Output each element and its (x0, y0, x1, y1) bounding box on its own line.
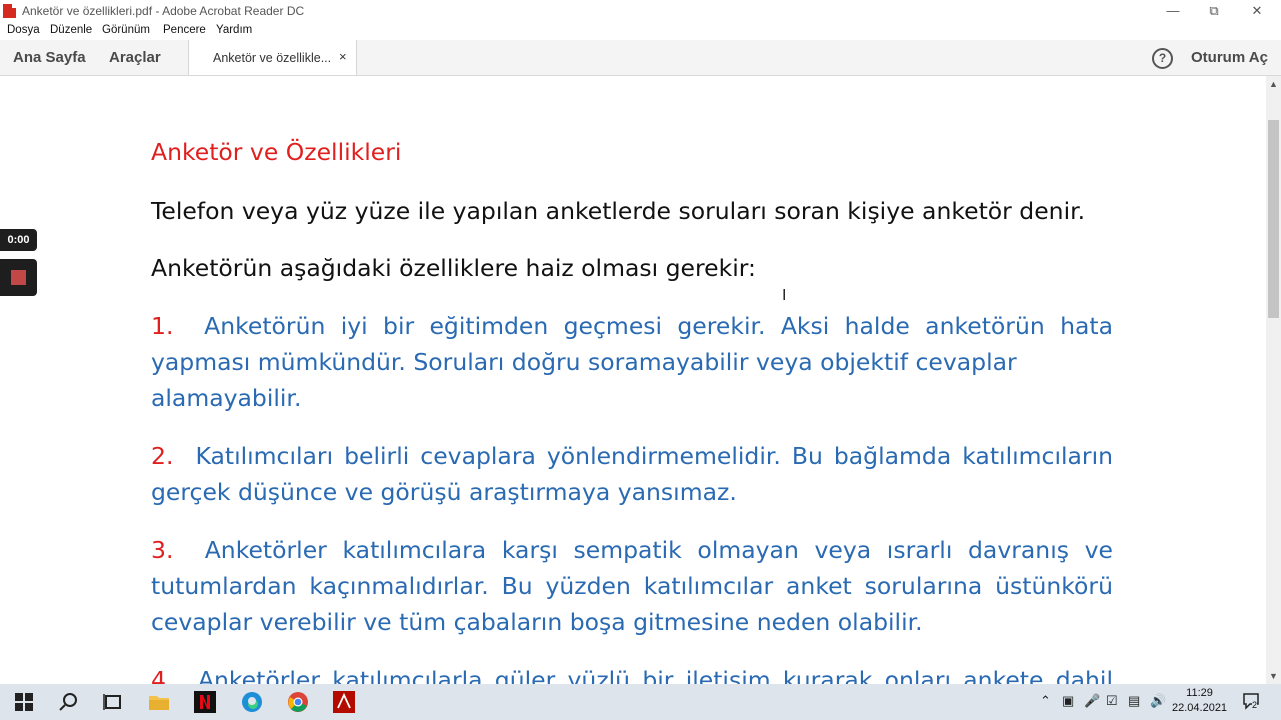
stop-recording-button[interactable] (0, 259, 37, 296)
list-item-3-line-1: 3. Anketörler katılımcılara karşı sempat… (151, 536, 1113, 564)
minimize-button[interactable]: — (1163, 2, 1183, 20)
paragraph-definition: Telefon veya yüz yüze ile yapılan anketl… (151, 197, 1086, 225)
list-number: 2. (151, 442, 174, 470)
list-item-3-line-3: cevaplar verebilir ve tüm çabaların boşa… (151, 608, 923, 636)
restore-button[interactable]: ⧉ (1204, 2, 1224, 20)
meet-now-icon[interactable]: ▣ (1062, 693, 1074, 709)
list-item-1-line-1: 1. Anketörün iyi bir eğitimden geçmesi g… (151, 312, 1113, 340)
vertical-scrollbar[interactable]: ▲ ▼ (1266, 76, 1281, 684)
menu-view[interactable]: Görünüm (102, 24, 150, 36)
signin-button[interactable]: Oturum Aç (1191, 49, 1268, 66)
list-text: Anketörler katılımcılarla güler yüzlü bi… (197, 666, 1113, 684)
tab-document[interactable]: Anketör ve özellikle... × (188, 40, 357, 75)
network-icon[interactable]: ▤ (1128, 693, 1140, 709)
windows-start-icon[interactable] (12, 690, 36, 714)
list-number: 3. (151, 536, 174, 564)
list-item-2-line-1: 2. Katılımcıları belirli cevaplara yönle… (151, 442, 1113, 470)
show-hidden-icons-icon[interactable]: ⌃ (1040, 693, 1051, 709)
list-item-1-line-2: yapması mümkündür. Soruları doğru sorama… (151, 348, 1017, 376)
list-item-1-line-3: alamayabilir. (151, 384, 302, 412)
security-icon[interactable]: ☑ (1106, 693, 1118, 709)
notifications-icon[interactable]: 2 (1242, 692, 1260, 710)
close-tab-icon[interactable]: × (339, 49, 347, 64)
tab-document-label: Anketör ve özellikle... (213, 51, 332, 65)
acrobat-icon (3, 4, 16, 18)
help-icon[interactable]: ? (1152, 48, 1173, 69)
list-text: Anketörün iyi bir eğitimden geçmesi gere… (204, 312, 1113, 340)
volume-icon[interactable]: 🔊 (1150, 693, 1166, 709)
scrollbar-thumb[interactable] (1268, 120, 1279, 318)
close-window-button[interactable]: ✕ (1247, 2, 1267, 20)
scroll-up-icon[interactable]: ▲ (1269, 79, 1278, 89)
microphone-icon[interactable]: 🎤 (1084, 693, 1100, 709)
list-number: 1. (151, 312, 174, 340)
text-cursor-icon: I (782, 287, 787, 304)
menu-bar: Dosya Düzenle Görünüm Pencere Yardım (0, 22, 1281, 40)
tab-bar: Ana Sayfa Araçlar Anketör ve özellikle..… (0, 40, 1281, 76)
tab-tools[interactable]: Araçlar (109, 49, 161, 66)
list-number: 4. (151, 666, 174, 684)
netflix-icon[interactable] (193, 690, 217, 714)
menu-window[interactable]: Pencere (163, 24, 206, 36)
file-explorer-icon[interactable] (147, 690, 171, 714)
acrobat-taskbar-icon[interactable] (332, 690, 356, 714)
recording-timer: 0:00 (0, 229, 37, 251)
task-view-icon[interactable] (101, 690, 125, 714)
stop-icon (11, 270, 26, 285)
clock-time: 11:29 (1186, 687, 1213, 699)
system-clock[interactable]: 11:29 22.04.2021 (1172, 686, 1227, 716)
list-item-4-line-1: 4. Anketörler katılımcılarla güler yüzlü… (151, 666, 1113, 684)
menu-edit[interactable]: Düzenle (50, 24, 92, 36)
search-icon[interactable] (57, 690, 81, 714)
list-item-3-line-2: tutumlardan kaçınmalıdırlar. Bu yüzden k… (151, 572, 1113, 600)
scroll-down-icon[interactable]: ▼ (1269, 671, 1278, 681)
clock-date: 22.04.2021 (1172, 702, 1228, 714)
document-view[interactable]: Anketör ve Özellikleri Telefon veya yüz … (0, 76, 1266, 684)
title-bar: Anketör ve özellikleri.pdf - Adobe Acrob… (0, 0, 1281, 22)
list-text: Katılımcıları belirli cevaplara yönlendi… (195, 442, 1113, 470)
taskbar: ⌃ ▣ 🎤 ☑ ▤ 🔊 11:29 22.04.2021 2 (0, 684, 1281, 720)
list-text: Anketörler katılımcılara karşı sempatik … (204, 536, 1113, 564)
menu-file[interactable]: Dosya (7, 24, 40, 36)
paragraph-requirements: Anketörün aşağıdaki özelliklere haiz olm… (151, 254, 756, 282)
list-item-2-line-2: gerçek düşünce ve görüşü araştırmaya yan… (151, 478, 737, 506)
menu-help[interactable]: Yardım (216, 24, 252, 36)
document-heading: Anketör ve Özellikleri (151, 138, 402, 166)
chrome-icon[interactable] (286, 690, 310, 714)
tab-home[interactable]: Ana Sayfa (13, 49, 86, 66)
notification-count: 2 (1252, 700, 1258, 710)
window-title: Anketör ve özellikleri.pdf - Adobe Acrob… (22, 4, 305, 18)
edge-icon[interactable] (240, 690, 264, 714)
